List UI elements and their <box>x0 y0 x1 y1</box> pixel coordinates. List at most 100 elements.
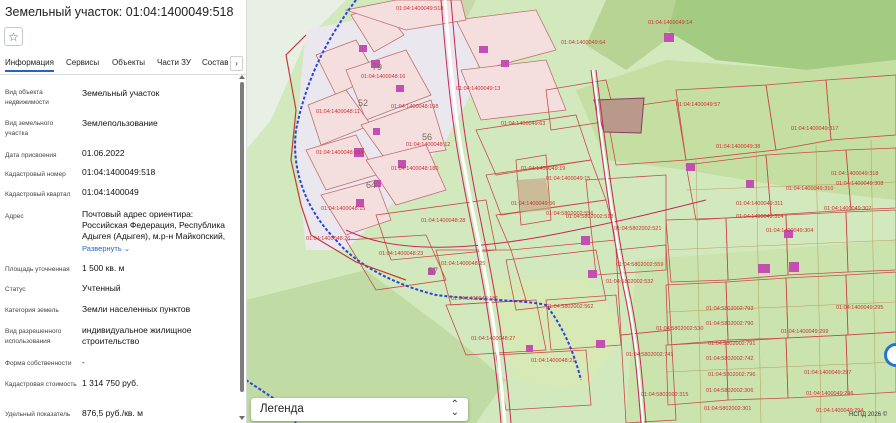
detail-label: Категория земель <box>5 307 59 314</box>
tab-information[interactable]: Информация <box>5 58 54 72</box>
detail-label: Статус <box>5 286 26 293</box>
scroll-down-arrow[interactable] <box>239 416 245 420</box>
cadastral-map[interactable]: 01:04:1400049:518 01:04:1400049:14 01:04… <box>246 0 896 423</box>
parcel-label: 01:04:1400048:23 <box>379 251 423 257</box>
tab-parcel-parts[interactable]: Части ЗУ <box>157 58 191 67</box>
parcel-label: 01:04:1400048:15 <box>321 206 365 212</box>
tab-objects[interactable]: Объекты <box>112 58 145 67</box>
parcel-label: 01:04:1400048:12 <box>406 142 450 148</box>
parcel-label: 01:04:5802002:315 <box>641 392 688 398</box>
detail-value: 876,5 руб./кв. м <box>82 408 144 418</box>
parcel-label: 01:04:1400049:13 <box>456 86 500 92</box>
favorite-button[interactable]: ☆ <box>4 27 23 46</box>
parcel-label: 01:04:1400049:19 <box>521 166 565 172</box>
parcel-label: 01:04:1400048:28 <box>421 218 465 224</box>
parcel-label: 01:04:1400049:308 <box>836 181 883 187</box>
parcel-label: 01:04:1400049:311 <box>736 201 783 207</box>
detail-label: Кадастровый номер <box>5 171 66 178</box>
parcel-label: 01:04:1400048:180 <box>391 166 438 172</box>
parcel-label: 01:04:1400049:297 <box>804 370 851 376</box>
parcel-label: 01:04:1400048:184 <box>316 150 363 156</box>
panel-title: Земельный участок: 01:04:1400049:518 <box>5 5 234 19</box>
parcel-label: 01:04:5802002:530 <box>656 326 703 332</box>
parcel-label: 01:04:1400048:16 <box>361 74 405 80</box>
parcel-label: 01:04:5802002:793 <box>706 306 753 312</box>
parcel-label: 01:04:1400049:295 <box>836 305 883 311</box>
detail-value: 1 314 750 руб. <box>82 378 139 388</box>
parcel-label: 01:04:1400048:27 <box>471 336 515 342</box>
legend-dropdown[interactable]: Легенда ⌃ ⌄ <box>251 398 468 421</box>
parcel-label: 01:04:5802002:741 <box>626 352 673 358</box>
detail-label: Вид земельного участка <box>5 120 54 137</box>
house-number: 56 <box>422 132 432 142</box>
expand-collapse-icon: ⌃ ⌄ <box>450 399 459 418</box>
legend-label: Легенда <box>260 403 304 415</box>
info-panel: Земельный участок: 01:04:1400049:518 ☆ И… <box>0 0 247 423</box>
parcel-label: 01:04:1400049:518 <box>396 6 443 12</box>
detail-value: 01:04:1400049 <box>82 187 139 197</box>
detail-label: Адрес <box>5 213 24 220</box>
parcel-label: 01:04:5802002:796 <box>708 372 755 378</box>
parcel-label: 01:04:1400049:15 <box>546 176 590 182</box>
detail-value: Почтовый адрес ориентира: Российская Фед… <box>82 209 226 241</box>
map-credit: НСПД 2026 © <box>849 412 888 418</box>
chevron-right-icon: › <box>235 59 238 68</box>
detail-label: Удельный показатель <box>5 411 71 418</box>
parcel-label: 01:04:5802002:791 <box>708 341 755 347</box>
parcel-label: 01:04:1400049:318 <box>831 171 878 177</box>
parcel-label: 01:04:1400048:11 <box>316 109 360 115</box>
expand-link-label: Развернуть <box>82 244 122 253</box>
map-canvas[interactable]: 01:04:1400049:518 01:04:1400049:14 01:04… <box>246 0 896 423</box>
house-number: 79 <box>372 62 382 72</box>
parcel-label: 01:04:5802002:742 <box>706 356 753 362</box>
parcel-label: 01:04:5802002:559 <box>616 262 663 268</box>
detail-label: Форма собственности <box>5 360 72 367</box>
tab-bar: Информация Сервисы Объекты Части ЗУ Сост… <box>0 54 246 75</box>
detail-label: Площадь уточненная <box>5 266 70 273</box>
parcel-label: 01:04:1400049:63 <box>501 121 545 127</box>
detail-value: Земли населенных пунктов <box>82 304 191 314</box>
parcel-label: 01:04:5802002:521 <box>614 226 661 232</box>
tab-services[interactable]: Сервисы <box>66 58 99 67</box>
parcel-label: 01:04:1400049:314 <box>736 214 783 220</box>
parcel-label: 01:04:5802002:306 <box>706 388 753 394</box>
detail-value: Землепользование <box>82 118 158 128</box>
parcel-label: 01:04:1400049:310 <box>786 186 833 192</box>
parcel-label: 01:04:1400049:296 <box>806 391 853 397</box>
detail-label: Кадастровая стоимость <box>5 381 77 388</box>
parcel-label: 01:04:1400049:307 <box>824 206 871 212</box>
detail-label: Кадастровый квартал <box>5 191 71 198</box>
expand-address-link[interactable]: Развернуть ⌄ <box>82 244 130 253</box>
parcel-label: 01:04:1400048:25 <box>441 261 485 267</box>
detail-label: Дата присвоения <box>5 152 57 159</box>
parcel-label: 01:04:1400049:299 <box>781 329 828 335</box>
house-number: 57 <box>428 266 438 276</box>
parcel-label: 01:04:1400048:198 <box>391 104 438 110</box>
parcel-label: 01:04:1400049:304 <box>766 228 813 234</box>
detail-value: 01.06.2022 <box>82 148 125 158</box>
house-number: 52 <box>358 98 368 108</box>
detail-value: Учтенный <box>82 283 121 293</box>
tabs-scroll-right-button[interactable]: › <box>230 56 243 71</box>
parcel-label: 01:04:5802002:301 <box>704 406 751 412</box>
detail-label: Вид объекта недвижимости <box>5 89 49 106</box>
parcel-label: 01:04:1400049:57 <box>676 102 720 108</box>
parcel-label: 01:04:5802002:790 <box>706 321 753 327</box>
parcel-label: 01:04:5802002:532 <box>606 279 653 285</box>
parcel-label: 01:04:1400049:56 <box>511 201 555 207</box>
star-icon: ☆ <box>8 29 19 44</box>
parcel-label: 01:04:1400049:64 <box>561 40 605 46</box>
parcel-label: 01:04:1400048:181 <box>451 296 498 302</box>
scroll-up-arrow[interactable] <box>239 75 245 79</box>
parcel-label: 01:04:1400049:317 <box>791 126 838 132</box>
chevron-down-icon: ⌄ <box>123 244 131 253</box>
parcel-label: 01:04:1400049:38 <box>716 144 760 150</box>
house-number: 64 <box>366 180 376 190</box>
parcel-label: 01:04:1400049:14 <box>648 20 692 26</box>
detail-label: Вид разрешенного использования <box>5 328 62 345</box>
panel-scrollbar-thumb[interactable] <box>240 82 244 392</box>
parcel-label: 01:04:1400048:26 <box>306 236 350 242</box>
parcel-label: 01:04:1400048:21 <box>531 358 575 364</box>
tab-composition[interactable]: Состав <box>202 58 229 67</box>
parcel-label: 01:04:5802002:562 <box>546 304 593 310</box>
